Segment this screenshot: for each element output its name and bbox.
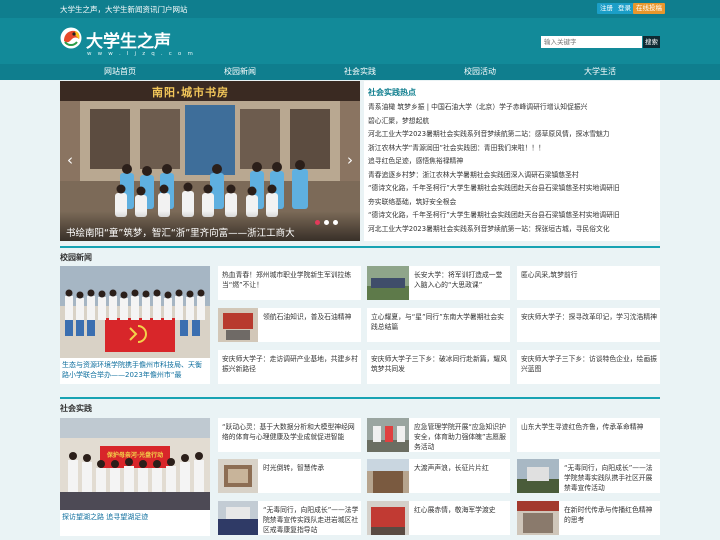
slider-caption-text[interactable]: 书绘南阳“童”筑梦，智汇“浙”里齐向富——浙江工商大 [66, 225, 295, 239]
news-thumbnail [218, 308, 258, 342]
social-news-item[interactable]: 在新时代传承与传播红色精神的思考 [517, 501, 660, 535]
social-feature-caption[interactable]: 探访望湖之路 追寻望湖足迹 [62, 512, 208, 522]
slider-dots [311, 219, 338, 227]
hot-list-item[interactable]: 青系油橄 筑梦乡振 | 中国石油大学（北京）学子赤峰调研行增认知促振兴 [368, 101, 658, 115]
site-header: 大学生之声 w w w . l j z q . c o m 搜索 [0, 18, 720, 64]
news-title[interactable]: 安庆师大学子三下乡：访谈特色企业，绘画振兴蓝图 [521, 354, 657, 374]
social-news-item[interactable]: 山东大学生寻迹红色齐鲁，传承革命精神 [517, 418, 660, 452]
search-input[interactable] [541, 36, 642, 48]
news-title[interactable]: “无毒同行，向阳成长”——法学院禁毒宣传实践队走进岩城区社区戒毒康复指导站 [263, 505, 359, 535]
campus-feature-card[interactable]: 生态与资源环境学院携手儋州市科技局、天衡路小学联合举办——2023年儋州市“最 [60, 266, 210, 384]
slider-dot-1[interactable] [315, 220, 320, 225]
site-slogan: 大学生之声，大学生新闻资讯门户网站 [60, 5, 188, 14]
social-feature-card[interactable]: 保护母亲河·光盘行动 探访望湖之路 追寻望湖足迹 [60, 418, 210, 536]
news-thumbnail [517, 459, 559, 493]
news-title[interactable]: 山东大学生寻迹红色齐鲁，传承革命精神 [521, 422, 657, 432]
hot-list-item[interactable]: 追寻红色足迹，感悟焦裕禄精神 [368, 155, 658, 169]
news-title[interactable]: 时光倒转，智慧传承 [263, 463, 359, 473]
nav-item-campus-activities[interactable]: 校园活动 [420, 64, 540, 80]
news-title[interactable]: 安庆师大学子：探寻改革印记，学习沈浩精神 [521, 312, 657, 322]
campus-news-item[interactable]: 安庆师大学子三下乡：破冰同行赴新篇，耀风筑梦共同发 [367, 350, 510, 384]
campus-news-item[interactable]: 匿心风采,筑梦前行 [517, 266, 660, 300]
news-title[interactable]: “无毒同行，向阳成长”——法学院禁毒实践队携手社区开展禁毒宣传活动 [564, 463, 658, 493]
top-bar: 大学生之声，大学生新闻资讯门户网站 注册 登录 在线投稿 [0, 0, 720, 18]
news-title[interactable]: 安庆师大学子三下乡：破冰同行赴新篇，耀风筑梦共同发 [371, 354, 507, 374]
logo-domain: w w w . l j z q . c o m [87, 51, 196, 57]
social-news-item[interactable]: 红心展赤情，敬海军学渡史 [367, 501, 510, 535]
news-thumbnail [367, 418, 409, 452]
slider-dot-3[interactable] [333, 220, 338, 225]
social-section-divider [60, 397, 660, 399]
news-thumbnail [367, 459, 409, 493]
social-section-title: 社会实践 [60, 404, 92, 413]
news-title[interactable]: 应急管理学院开展“应急知识护安全，体育助力强体魄”志愿服务活动 [414, 422, 508, 452]
social-news-item[interactable]: 大渡声声浪，长征片片红 [367, 459, 510, 493]
news-title[interactable]: 热血青春！郑州城市职业学院新生军训拉练当“燃”不让！ [222, 270, 358, 290]
campus-news-item[interactable]: 安庆师大学子：探寻改革印记，学习沈浩精神 [517, 308, 660, 342]
campus-news-item[interactable]: 安庆师大学子三下乡：访谈特色企业，绘画振兴蓝图 [517, 350, 660, 384]
hot-list-item[interactable]: 河北工业大学2023暑期社会实践系列音梦续航第一站：探张垣古城，寻民俗文化 [368, 223, 658, 237]
news-thumbnail [517, 501, 559, 535]
nav-item-campus-news[interactable]: 校园新闻 [180, 64, 300, 80]
social-news-item[interactable]: “无毒同行，向阳成长”——法学院禁毒宣传实践队走进岩城区社区戒毒康复指导站 [218, 501, 361, 535]
campus-news-item[interactable]: 安庆师大学子：走访调研产业基地，共建乡村振兴新路径 [218, 350, 361, 384]
social-practice-hot-panel: 社会实践热点 青系油橄 筑梦乡振 | 中国石油大学（北京）学子赤峰调研行增认知促… [364, 81, 660, 241]
news-title[interactable]: 长安大学：将军训打造成一堂入脑入心的“大思政课” [414, 270, 508, 290]
login-link[interactable]: 登录 [615, 3, 634, 14]
search-button[interactable]: 搜索 [643, 36, 660, 48]
news-thumbnail [367, 266, 409, 300]
news-thumbnail [218, 501, 258, 535]
news-title[interactable]: 在新时代传承与传播红色精神的思考 [564, 505, 658, 525]
news-title[interactable]: 匿心风采,筑梦前行 [521, 270, 657, 280]
social-feature-banner-text: 保护母亲河·光盘行动 [106, 452, 164, 459]
news-thumbnail [218, 459, 258, 493]
news-title[interactable]: “跃动心灵：基于大数据分析和大模型神经网络的体育与心理健康及学业成就促进智能 [222, 422, 358, 442]
campus-feature-image [60, 266, 210, 358]
news-title[interactable]: 领航石油知识，普及石油精神 [263, 312, 359, 322]
social-news-item[interactable]: 时光倒转，智慧传承 [218, 459, 361, 493]
campus-feature-caption[interactable]: 生态与资源环境学院携手儋州市科技局、天衡路小学联合举办——2023年儋州市“最 [62, 360, 208, 380]
news-thumbnail [367, 501, 409, 535]
hot-list-item[interactable]: “德诗文化路，千年圣柯行”大学生暑期社会实践团赴天台县石梁镇慈圣村实地调研旧 [368, 182, 658, 196]
hot-panel-title: 社会实践热点 [368, 88, 416, 97]
news-title[interactable]: 立心耀夏，与“星”同行”东南大学暑期社会实践总结篇 [371, 312, 507, 332]
news-title[interactable]: 红心展赤情，敬海军学渡史 [414, 505, 508, 515]
campus-news-item[interactable]: 热血青春！郑州城市职业学院新生军训拉练当“燃”不让！ [218, 266, 361, 300]
nav-item-social-practice[interactable]: 社会实践 [300, 64, 420, 80]
hot-list-item[interactable]: 夯实联络基础，筑好安全根会 [368, 196, 658, 210]
social-news-item[interactable]: 应急管理学院开展“应急知识护安全，体育助力强体魄”志愿服务活动 [367, 418, 510, 452]
hot-list-item[interactable]: “德诗文化路，千年圣柯行”大学生暑期社会实践团赴天台县石梁镇慈圣村实地调研旧 [368, 209, 658, 223]
slider-next-arrow-icon[interactable]: › [344, 151, 356, 169]
nav-item-student-life[interactable]: 大学生活 [540, 64, 660, 80]
site-logo[interactable]: 大学生之声 w w w . l j z q . c o m [60, 25, 193, 59]
hero-slider[interactable]: 南阳·城市书房 书绘南阳“童”筑梦，智汇“浙”里齐向富——浙江工商大 ‹ › [60, 81, 360, 241]
parrot-logo-icon [60, 27, 82, 49]
social-news-item[interactable]: “跃动心灵：基于大数据分析和大模型神经网络的体育与心理健康及学业成就促进智能 [218, 418, 361, 452]
hot-list-item[interactable]: 浙江农林大学“青源润田”社会实践团：青田我们来啦！！！ [368, 142, 658, 156]
campus-section-title: 校园新闻 [60, 253, 92, 262]
nav-item-home[interactable]: 网站首页 [60, 64, 180, 80]
register-link[interactable]: 注册 [597, 3, 616, 14]
logo-name: 大学生之声 [86, 32, 171, 52]
hot-list-item[interactable]: 河北工业大学2023暑期社会实践系列音梦续航第二站：感草原风情，探冰雪魅力 [368, 128, 658, 142]
news-title[interactable]: 安庆师大学子：走访调研产业基地，共建乡村振兴新路径 [222, 354, 358, 374]
social-news-item[interactable]: “无毒同行，向阳成长”——法学院禁毒实践队携手社区开展禁毒宣传活动 [517, 459, 660, 493]
submit-article-link[interactable]: 在线投稿 [633, 3, 665, 14]
campus-news-item[interactable]: 立心耀夏，与“星”同行”东南大学暑期社会实践总结篇 [367, 308, 510, 342]
hot-list: 青系油橄 筑梦乡振 | 中国石油大学（北京）学子赤峰调研行增认知促振兴 碧心汇聚… [368, 101, 658, 236]
slider-prev-arrow-icon[interactable]: ‹ [64, 151, 76, 169]
campus-news-item[interactable]: 领航石油知识，普及石油精神 [218, 308, 361, 342]
campus-news-item[interactable]: 长安大学：将军训打造成一堂入脑入心的“大思政课” [367, 266, 510, 300]
campus-section-divider [60, 246, 660, 248]
social-feature-image: 保护母亲河·光盘行动 [60, 418, 210, 510]
slider-sign-text: 南阳·城市书房 [152, 86, 230, 99]
hot-list-item[interactable]: 青春追逐乡村梦：浙江农林大学暑期社会实践团深入调研石梁镇慈圣村 [368, 169, 658, 183]
hot-list-item[interactable]: 碧心汇聚，梦想起航 [368, 115, 658, 129]
main-nav: 网站首页 校园新闻 社会实践 校园活动 大学生活 [0, 64, 720, 80]
slider-dot-2[interactable] [324, 220, 329, 225]
news-title[interactable]: 大渡声声浪，长征片片红 [414, 463, 508, 473]
